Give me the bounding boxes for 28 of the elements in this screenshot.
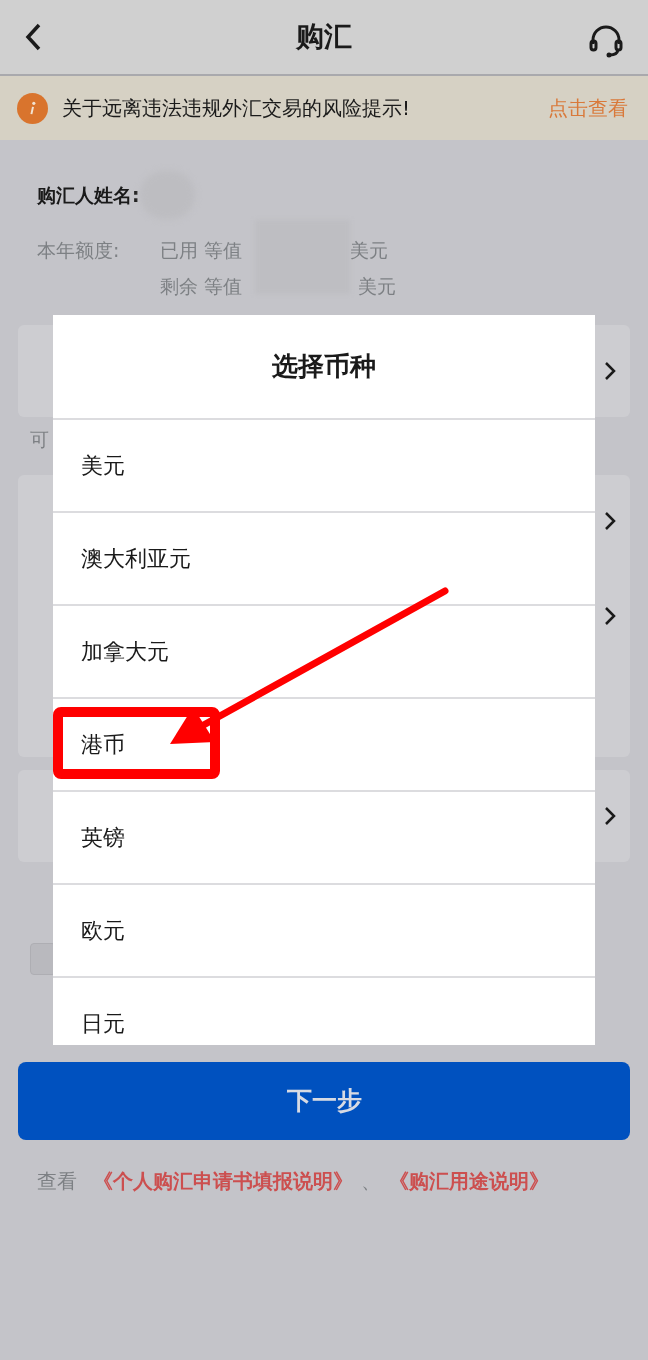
back-icon[interactable] — [24, 22, 42, 52]
quota-label: 本年额度: — [37, 238, 121, 263]
currency-option[interactable]: 港币 — [81, 728, 125, 761]
quota-text: 已用 等值 — [160, 237, 244, 263]
chevron-icon[interactable] — [604, 361, 616, 381]
currency-option[interactable]: 日元 — [81, 1007, 125, 1040]
chevron-icon[interactable] — [604, 806, 616, 826]
currency-unit: 美元 — [358, 273, 396, 299]
buyer-name-label: 购汇人姓名: — [37, 182, 140, 208]
chevron-icon[interactable] — [604, 606, 616, 626]
next-button[interactable]: 下一步 — [18, 1062, 630, 1140]
quota-text: 剩余 等值 — [160, 273, 244, 299]
headset-icon[interactable] — [588, 24, 624, 60]
dialog-title: 选择币种 — [272, 350, 376, 383]
risk-notice: 关于远离违法违规外汇交易的风险提示! — [62, 95, 411, 122]
info-icon — [17, 92, 48, 124]
separator-text: 、 — [361, 1168, 381, 1195]
currency-option[interactable]: 加拿大元 — [81, 635, 169, 668]
currency-unit: 美元 — [350, 237, 388, 263]
view-text: 查看 — [37, 1168, 77, 1195]
checkbox[interactable] — [30, 943, 56, 975]
currency-option[interactable]: 美元 — [81, 449, 125, 482]
currency-option[interactable]: 欧元 — [81, 914, 125, 947]
currency-option[interactable]: 英镑 — [81, 821, 125, 854]
page-title: 购汇 — [296, 19, 352, 55]
hint-text: 可 — [30, 427, 49, 453]
chevron-icon[interactable] — [604, 511, 616, 531]
currency-option[interactable]: 澳大利亚元 — [81, 542, 191, 575]
